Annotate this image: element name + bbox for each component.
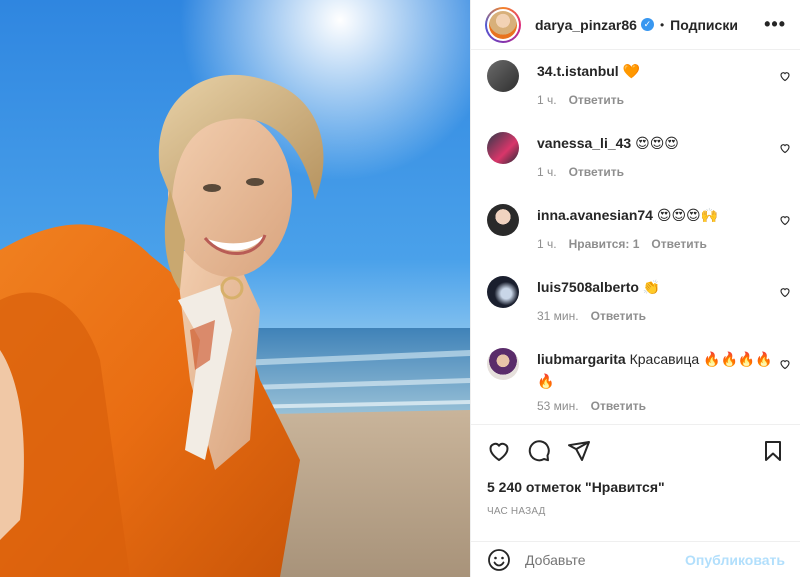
post-modal: darya_pinzar86 ✓ • Подписки ••• 34.t.ist… [0,0,800,577]
author-username[interactable]: darya_pinzar86 [535,17,637,33]
comment-item: 34.t.istanbul 🧡 1 ч. Ответить [471,60,800,120]
comment-username[interactable]: luis7508alberto [537,279,639,295]
emoji-icon[interactable] [487,548,511,572]
post-actions: 5 240 отметок "Нравится" час назад [471,424,800,517]
comment-text: 🧡 [622,63,641,79]
comment-item: luis7508alberto 👏 31 мин. Ответить [471,276,800,336]
comment-text: 😍😍😍🙌 [656,207,719,223]
post-timestamp[interactable]: час назад [471,506,800,517]
verified-icon: ✓ [640,18,654,31]
comment-text: 😍😍😍 [635,135,679,151]
commenter-avatar[interactable] [487,60,519,92]
comment-time: 1 ч. [537,165,557,179]
comment-time: 31 мин. [537,309,579,323]
comment-username[interactable]: 34.t.istanbul [537,63,619,79]
likes-count[interactable]: 5 240 отметок "Нравится" [471,477,800,497]
comment-username[interactable]: inna.avanesian74 [537,207,653,223]
author-avatar[interactable] [485,6,521,43]
reply-button[interactable]: Ответить [569,165,624,179]
share-icon[interactable] [567,439,591,463]
comment-item: inna.avanesian74 😍😍😍🙌 1 ч. Нравится: 1 О… [471,204,800,264]
heart-icon[interactable] [487,439,511,463]
commenter-avatar[interactable] [487,132,519,164]
like-comment-icon[interactable] [779,358,791,370]
comment-composer: Опубликовать [471,541,800,577]
comment-meta: 31 мин. Ответить [537,309,646,323]
reply-button[interactable]: Ответить [569,93,624,107]
commenter-avatar[interactable] [487,348,519,380]
separator-dot: • [659,17,665,32]
following-button[interactable]: Подписки [670,17,738,33]
bookmark-icon[interactable] [761,439,785,463]
commenter-avatar[interactable] [487,204,519,236]
post-photo[interactable] [0,0,470,577]
comment-item: vanessa_li_43 😍😍😍 1 ч. Ответить [471,132,800,192]
comment-likes-count[interactable]: Нравится: 1 [569,237,640,251]
comment-input[interactable] [525,551,675,568]
comment-text: 👏 [642,279,661,295]
comment-time: 1 ч. [537,237,557,251]
comment-meta: 1 ч. Ответить [537,165,624,179]
reply-button[interactable]: Ответить [591,309,646,323]
more-options-icon[interactable]: ••• [764,14,786,35]
comments-list[interactable]: 34.t.istanbul 🧡 1 ч. Ответить vanessa_li… [471,50,800,423]
beach-selfie-image [0,0,470,577]
reply-button[interactable]: Ответить [651,237,706,251]
like-comment-icon[interactable] [779,214,791,226]
commenter-avatar[interactable] [487,276,519,308]
comment-username[interactable]: liubmargarita [537,351,626,367]
comment-username[interactable]: vanessa_li_43 [537,135,631,151]
comment-item: liubmargarita Красавица 🔥🔥🔥🔥🔥 53 мин. От… [471,348,800,422]
comment-meta: 1 ч. Нравится: 1 Ответить [537,237,707,251]
comment-time: 53 мин. [537,399,579,413]
comment-meta: 53 мин. Ответить [537,399,646,413]
like-comment-icon[interactable] [779,286,791,298]
reply-button[interactable]: Ответить [591,399,646,413]
comment-icon[interactable] [527,439,551,463]
comment-meta: 1 ч. Ответить [537,93,624,107]
comment-time: 1 ч. [537,93,557,107]
like-comment-icon[interactable] [779,142,791,154]
like-comment-icon[interactable] [779,70,791,82]
post-sidebar: darya_pinzar86 ✓ • Подписки ••• 34.t.ist… [470,0,800,577]
post-header: darya_pinzar86 ✓ • Подписки ••• [471,0,800,50]
publish-button[interactable]: Опубликовать [685,552,785,568]
